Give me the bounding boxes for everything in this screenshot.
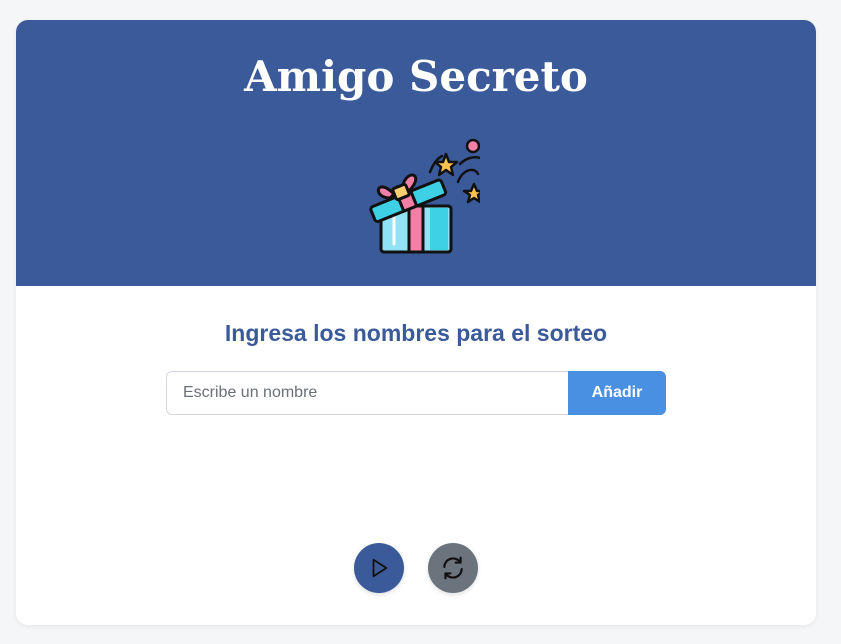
main-card: Amigo Secreto Ingresa los nombres para e… bbox=[16, 20, 816, 625]
header-banner: Amigo Secreto bbox=[16, 20, 816, 286]
refresh-icon bbox=[443, 556, 463, 580]
page-title: Amigo Secreto bbox=[244, 52, 588, 101]
add-button[interactable]: Añadir bbox=[568, 371, 666, 415]
reset-button[interactable] bbox=[428, 543, 478, 593]
name-input-group: Añadir bbox=[166, 371, 666, 415]
play-icon bbox=[372, 558, 388, 578]
draw-button[interactable] bbox=[354, 543, 404, 593]
name-input[interactable] bbox=[166, 371, 568, 415]
gift-box-icon bbox=[354, 132, 480, 258]
section-heading: Ingresa los nombres para el sorteo bbox=[224, 320, 608, 346]
